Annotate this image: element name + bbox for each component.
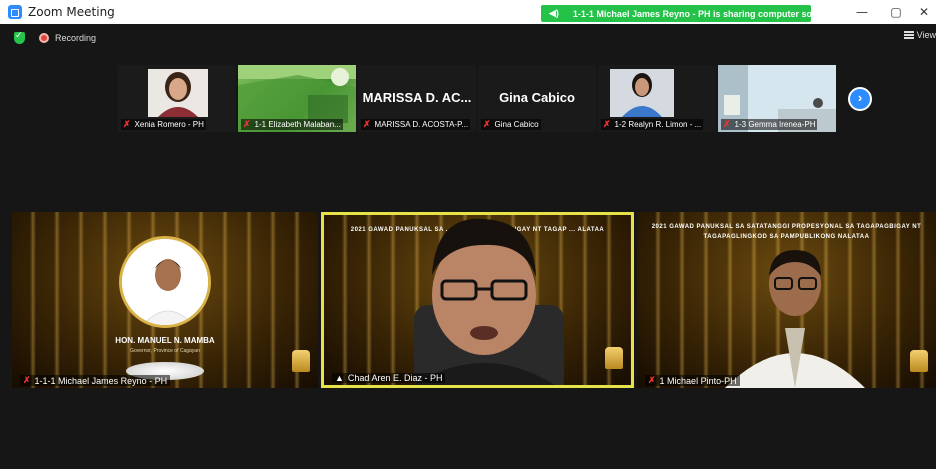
title-bar: Zoom Meeting ◀) 1-1-1 Michael James Reyn…: [0, 0, 936, 24]
participant-video: [148, 69, 208, 117]
participant-name: 1-2 Realyn R. Limon - ...: [614, 120, 702, 129]
participant-name: 1-1 Elizabeth Malaban...: [254, 120, 341, 129]
participant-caption: ✗ 1-2 Realyn R. Limon - ...: [601, 119, 704, 130]
restore-button[interactable]: ▢: [882, 2, 910, 22]
participant-caption: ✗ Gina Cabico: [481, 119, 541, 130]
sharing-sound-text: 1-1-1 Michael James Reyno - PH is sharin…: [572, 8, 829, 19]
window-title: Zoom Meeting: [28, 5, 115, 19]
participant-caption: ✗ 1-1-1 Michael James Reyno - PH: [20, 375, 171, 386]
participant-video: [413, 218, 564, 385]
zoom-app-icon: [8, 5, 22, 19]
participant-name: Chad Aren E. Diaz - PH: [347, 373, 443, 383]
speaker-portrait: [119, 236, 211, 328]
active-speaker-tile[interactable]: 2021 GAWAD PANUKSAL SA ... OL SA TAGAPAG…: [321, 212, 634, 388]
zoom-window: Zoom Meeting ◀) 1-1-1 Michael James Reyn…: [0, 0, 936, 469]
video-tile[interactable]: HON. MANUEL N. MAMBA Governor, Province …: [12, 212, 318, 388]
thumbnail-tile[interactable]: ✗ 1-1 Elizabeth Malaban...: [238, 65, 356, 132]
participant-caption: ✗ 1-3 Gemma Irenea-PH: [721, 119, 818, 130]
mic-muted-icon: ✗: [723, 119, 731, 129]
mic-muted-icon: ✗: [363, 119, 371, 129]
next-page-arrow-icon[interactable]: ›: [848, 87, 872, 111]
participant-caption: ▲ Chad Aren E. Diaz - PH: [332, 373, 446, 383]
participant-name: 1-1-1 Michael James Reyno - PH: [34, 375, 168, 386]
trophy-icon: [292, 350, 310, 372]
grid-view-icon: [903, 31, 914, 39]
participant-display-name: MARISSA D. AC...: [362, 90, 472, 105]
thumbnail-tile[interactable]: MARISSA D. AC... ✗ MARISSA D. ACOSTA-P..…: [358, 65, 476, 132]
participant-caption: ✗ 1-1 Elizabeth Malaban...: [241, 119, 343, 130]
participant-name: 1 Michael Pinto-PH: [659, 375, 737, 386]
video-tile[interactable]: 2021 GAWAD PANUKSAL SA SATATANGGI PROPES…: [637, 212, 936, 388]
sharing-sound-banner[interactable]: ◀) 1-1-1 Michael James Reyno - PH is sha…: [541, 5, 829, 22]
recording-dot-icon: [39, 33, 49, 43]
meeting-top-bar: Recording View: [0, 24, 936, 52]
participant-video: [610, 69, 674, 117]
mic-muted-icon: ✗: [603, 119, 611, 129]
participant-caption: ✗ 1 Michael Pinto-PH: [645, 375, 740, 386]
view-label: View: [916, 30, 936, 40]
thumbnail-tile[interactable]: ✗ 1-2 Realyn R. Limon - ...: [598, 65, 716, 132]
mic-muted-icon: ✗: [243, 119, 251, 129]
mic-muted-icon: ✗: [483, 119, 491, 129]
mic-on-icon: ▲: [335, 373, 344, 383]
thumbnail-tile[interactable]: ✗ 1-3 Gemma Irenea-PH: [718, 65, 836, 132]
minimize-button[interactable]: —: [848, 2, 876, 22]
view-button[interactable]: View: [903, 30, 936, 40]
participant-name: MARISSA D. ACOSTA-P...: [374, 120, 469, 129]
close-button[interactable]: ✕: [910, 2, 936, 22]
trophy-icon: [605, 347, 623, 369]
participant-name: Gina Cabico: [494, 120, 539, 129]
mic-muted-icon: ✗: [123, 119, 131, 129]
speaker-name: HON. MANUEL N. MAMBA: [115, 336, 215, 345]
participant-display-name: Gina Cabico: [499, 90, 575, 105]
participant-caption: ✗ Xenia Romero - PH: [121, 119, 206, 130]
thumbnail-tile[interactable]: ✗ Xenia Romero - PH: [118, 65, 236, 132]
security-shield-icon[interactable]: [14, 30, 25, 44]
participant-caption: ✗ MARISSA D. ACOSTA-P...: [361, 119, 471, 130]
mic-muted-icon: ✗: [648, 375, 656, 385]
participant-thumbnail-strip: ✗ Xenia Romero - PH ✗ 1-1 Elizabeth Mala…: [118, 65, 838, 132]
event-banner: 2021 GAWAD PANUKSAL SA SATATANGGI PROPES…: [651, 224, 922, 240]
mic-muted-icon: ✗: [23, 375, 31, 385]
participant-name: Xenia Romero - PH: [134, 120, 204, 129]
trophy-icon: [910, 350, 928, 372]
speaker-icon: ◀): [549, 8, 559, 18]
participant-name: 1-3 Gemma Irenea-PH: [734, 120, 816, 129]
speaker-title: Governor, Province of Cagayan: [130, 348, 200, 354]
participant-video: [725, 250, 865, 388]
recording-label: Recording: [55, 33, 97, 43]
thumbnail-tile[interactable]: Gina Cabico ✗ Gina Cabico: [478, 65, 596, 132]
